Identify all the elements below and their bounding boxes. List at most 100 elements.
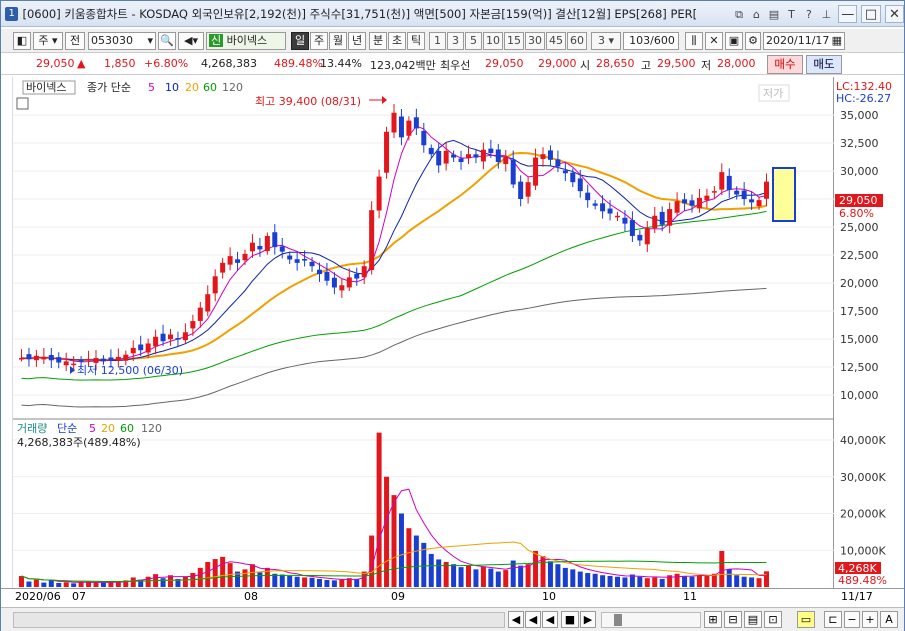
stock-code-input[interactable]: 053030 ▾ [88,32,156,50]
period-year[interactable]: 년 [348,32,366,50]
bottom-control-bar: ◀ ◀ ◀ ■ ▶ ⊞ ⊟ ▤ ⊡ ▭ ⊏ − + A [1,607,904,631]
volume-bar [339,579,345,587]
toolbar: ◧ 주 ▾ 전 053030 ▾ 🔍 ◀▾ 신 바이넥스 일 주 월 년 분 초 … [1,29,904,53]
pin-icon[interactable]: ⊥ [819,6,834,22]
close-button[interactable]: ✕ [884,4,905,23]
stock-name-field[interactable]: 신 바이넥스 [206,32,286,50]
speaker-icon[interactable]: ◀▾ [178,32,204,50]
candle-body [309,261,315,267]
layout-icon[interactable]: ▤ [744,611,762,628]
interval-3[interactable]: 3 [447,32,464,50]
period-month[interactable]: 월 [329,32,347,50]
candle-body [384,131,390,173]
interval-1[interactable]: 1 [429,32,446,50]
period-week[interactable]: 주 [310,32,328,50]
candle-body [26,354,32,360]
stock-label: 바이넥스 [26,81,66,94]
buy-button[interactable]: 매수 [767,55,803,74]
price-axis[interactable]: LC:132.40 HC:-26.27 35,00032,50030,00027… [834,77,904,588]
scroll-first-icon[interactable]: ◀ [508,611,524,628]
minimize-button[interactable]: — [838,4,858,23]
interval-45[interactable]: 45 [546,32,566,50]
sell-button[interactable]: 매도 [806,55,842,74]
interval-custom-select[interactable]: 3 ▾ [591,32,621,50]
help-icon[interactable]: ? [801,6,816,22]
horizontal-scrollbar[interactable] [13,612,505,628]
list-icon[interactable]: ▤ [766,6,781,22]
candle-body [302,258,308,261]
candle-body [71,363,77,366]
pan-icon[interactable]: ⊟ [724,611,742,628]
text-icon[interactable]: T [784,6,799,22]
scroll-forward-icon[interactable]: ▶ [580,611,596,628]
volume-tick: 30,000K [840,471,886,484]
candle-body [153,336,159,347]
volume-legend-title: 거래량 [17,422,47,435]
zoom-in-button[interactable]: + [862,611,878,628]
price-tick: 15,000 [840,333,879,346]
collapse-icon[interactable]: ⊏ [824,611,842,628]
chart-settings-icon[interactable]: ◧ [13,32,31,50]
volume-bar [413,535,419,587]
price-volume-chart[interactable]: 바이넥스 종가 단순 5 10 20 60 120 최고 39,400 (08/… [13,77,834,588]
period-second[interactable]: 초 [388,32,406,50]
link-icon[interactable]: ⌂ [749,6,764,22]
volume-bar [592,573,598,587]
data-count-field[interactable]: 103/600 [623,32,679,50]
volume-bar [26,581,32,587]
candle-body [443,150,449,164]
candle-body [458,158,464,163]
zoom-out-button[interactable]: − [844,611,860,628]
window-number: 1 [5,6,19,21]
interval-10[interactable]: 10 [483,32,503,50]
stop-icon[interactable]: ■ [561,611,579,628]
price-change: 1,850 [104,57,136,70]
volume-bar [93,582,99,587]
interval-30[interactable]: 30 [525,32,545,50]
volume-bar [652,577,658,587]
highlight-icon[interactable]: ▭ [797,611,815,628]
font-size-button[interactable]: A [880,611,898,628]
fit-icon[interactable]: ⊡ [764,611,782,628]
prev-button[interactable]: 전 [65,32,85,50]
candle-body [279,246,285,252]
copy-icon[interactable]: ⧉ [731,6,746,22]
period-tick[interactable]: 틱 [407,32,425,50]
trade-amount: 123,042백만 [370,59,436,72]
interval-15[interactable]: 15 [504,32,524,50]
zoom-icon[interactable]: ⊞ [704,611,722,628]
high-label: 고 [641,59,652,72]
maximize-button[interactable]: □ [861,4,881,23]
zoom-slider[interactable] [601,612,701,628]
period-minute[interactable]: 분 [369,32,387,50]
search-icon[interactable]: 🔍 [158,32,176,50]
interval-5[interactable]: 5 [465,32,482,50]
chart-type-select[interactable]: 주 ▾ [33,32,63,50]
interval-60[interactable]: 60 [567,32,587,50]
gear-icon[interactable]: ⚙ [745,32,761,50]
candle-body [518,181,524,199]
candle-body [421,130,427,146]
candle-settings-icon[interactable]: ⫼ [685,32,703,50]
date-value: 2020/11/17 [766,34,830,47]
line-tool-icon[interactable]: ✕ [705,32,723,50]
selection-box [772,167,796,222]
period-day[interactable]: 일 [291,32,309,50]
candle-body [533,157,539,186]
candle-body [473,154,479,158]
candle-body [607,208,613,214]
scroll-back-icon[interactable]: ◀ [542,611,558,628]
save-icon[interactable]: ▣ [725,32,743,50]
date-field[interactable]: 2020/11/17 ▦ [763,32,845,50]
scroll-prev-icon[interactable]: ◀ [525,611,541,628]
volume-bar [71,583,77,587]
time-axis[interactable]: 2020/06 07 08 09 10 11 11/17 [1,588,904,606]
volume-bar [503,570,509,587]
price-tick: 12,500 [840,361,879,374]
chart-area[interactable]: 바이넥스 종가 단순 5 10 20 60 120 최고 39,400 (08/… [13,77,834,588]
candle-body [510,159,516,185]
best-bid: 29,000 [538,57,577,70]
zoom-slider-handle[interactable] [614,614,622,626]
volume-bar [525,564,531,587]
corner-label: 저가 [763,87,783,100]
